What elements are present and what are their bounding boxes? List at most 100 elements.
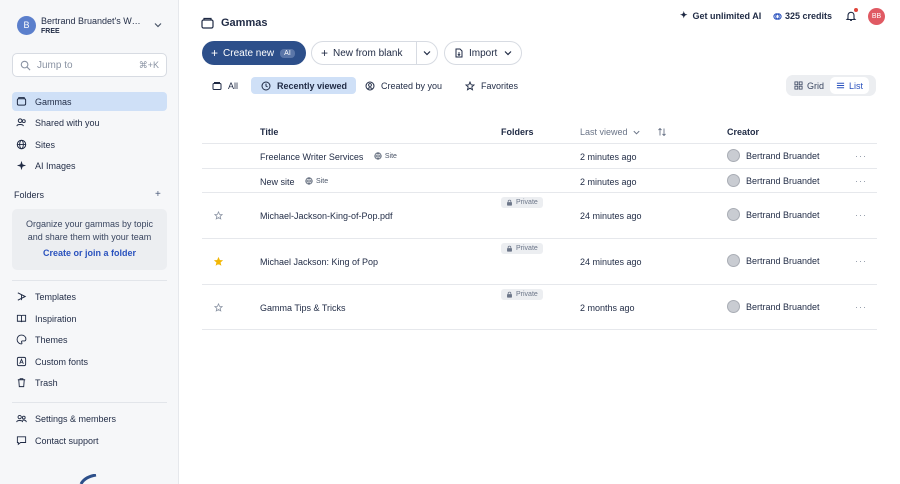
filter-label: Created by you	[381, 80, 443, 91]
table-row[interactable]: Michael Jackson: King of Pop Private 24 …	[202, 238, 877, 284]
search-input[interactable]: Jump to ⌘+K	[12, 53, 167, 77]
chevron-down-icon[interactable]	[422, 48, 432, 58]
sidebar-item-label: Gammas	[35, 96, 72, 107]
row-title: Freelance Writer Services	[260, 152, 364, 162]
notification-dot	[854, 8, 858, 12]
table-row[interactable]: Gamma Tips & Tricks Private 2 months ago…	[202, 284, 877, 330]
row-last-viewed: 2 minutes ago	[580, 177, 637, 187]
sidebar-item-inspiration[interactable]: Inspiration	[12, 309, 167, 328]
filter-label: Favorites	[481, 80, 519, 91]
row-title: Michael-Jackson-King-of-Pop.pdf	[260, 211, 393, 221]
sidebar-item-label: Templates	[35, 291, 77, 302]
lock-icon	[507, 199, 512, 206]
star-outline-icon[interactable]	[214, 303, 223, 312]
row-last-viewed: 24 minutes ago	[580, 257, 642, 267]
search-icon	[20, 60, 31, 70]
gammas-icon	[201, 17, 214, 29]
grid-icon	[794, 81, 803, 90]
site-badge: Site	[305, 177, 328, 185]
credits-button[interactable]: 325 credits	[773, 11, 832, 21]
lock-icon	[507, 245, 512, 252]
avatar	[727, 300, 740, 313]
sidebar-item-label: Themes	[35, 334, 68, 345]
more-options-button[interactable]: ···	[855, 176, 867, 186]
sidebar-item-label: Contact support	[35, 435, 99, 446]
creator-name: Bertrand Bruandet	[746, 175, 820, 186]
more-options-button[interactable]: ···	[855, 256, 867, 266]
sidebar-item-custom-fonts[interactable]: Custom fonts	[12, 352, 167, 371]
chat-icon	[16, 436, 27, 446]
workspace-avatar: B	[17, 15, 36, 35]
site-badge-label: Site	[384, 152, 397, 160]
import-button[interactable]: Import	[444, 41, 522, 65]
more-options-button[interactable]: ···	[855, 151, 867, 161]
list-view-button[interactable]: List	[830, 77, 870, 94]
sidebar-item-trash[interactable]: Trash	[12, 373, 167, 392]
get-unlimited-button[interactable]: ✦ Get unlimited AI	[680, 10, 761, 21]
gammas-icon	[16, 97, 27, 106]
templates-icon	[17, 292, 27, 301]
star-filled-icon[interactable]	[214, 257, 223, 266]
column-header-last-viewed[interactable]: Last viewed	[580, 127, 641, 137]
divider	[12, 280, 167, 281]
sidebar-item-settings[interactable]: Settings & members	[12, 409, 167, 428]
row-last-viewed: 2 months ago	[580, 303, 635, 313]
view-toggle: Grid List	[786, 75, 876, 96]
row-last-viewed: 24 minutes ago	[580, 211, 642, 221]
sidebar-item-support[interactable]: Contact support	[12, 431, 167, 450]
logo-icon	[79, 474, 97, 484]
import-icon	[455, 48, 463, 58]
table-row[interactable]: New site Site 2 minutes ago Bertrand Bru…	[202, 168, 877, 192]
column-header-title[interactable]: Title	[260, 127, 278, 137]
sidebar-item-templates[interactable]: Templates	[12, 287, 167, 306]
sidebar-item-themes[interactable]: Themes	[12, 330, 167, 349]
filter-recently-viewed[interactable]: Recently viewed	[251, 77, 357, 94]
create-folder-link[interactable]: Create or join a folder	[12, 248, 167, 258]
add-folder-button[interactable]: +	[155, 189, 161, 200]
sidebar-item-ai-images[interactable]: AI Images	[12, 156, 167, 175]
star-outline-icon[interactable]	[214, 211, 223, 220]
folder-icon	[212, 81, 222, 90]
list-label: List	[849, 80, 864, 91]
avatar	[727, 149, 740, 162]
filter-all[interactable]: All	[202, 77, 247, 94]
more-options-button[interactable]: ···	[855, 210, 867, 220]
star-icon	[465, 80, 475, 91]
user-circle-icon	[365, 81, 375, 90]
sidebar-item-label: Settings & members	[35, 413, 117, 424]
private-label: Private	[516, 245, 538, 252]
sidebar-item-shared[interactable]: Shared with you	[12, 113, 167, 132]
table-row[interactable]: Freelance Writer Services Site 2 minutes…	[202, 143, 877, 168]
filter-created-by-you[interactable]: Created by you	[355, 77, 451, 94]
create-new-button[interactable]: + Create new AI	[202, 41, 306, 65]
workspace-switcher[interactable]: B Bertrand Bruandet's Workspace FREE	[17, 14, 167, 36]
column-header-folders: Folders	[501, 127, 534, 137]
sidebar-item-gammas[interactable]: Gammas	[12, 92, 167, 111]
people-icon	[16, 415, 27, 423]
sort-icon[interactable]	[657, 127, 667, 137]
row-creator: Bertrand Bruandet	[727, 149, 820, 162]
site-badge: Site	[374, 152, 397, 160]
credits-icon	[773, 12, 782, 20]
folders-title: Folders	[14, 190, 45, 200]
filter-favorites[interactable]: Favorites	[455, 77, 527, 94]
row-title: New site	[260, 177, 295, 187]
sparkle-icon: ✦	[680, 10, 688, 20]
private-badge: Private	[501, 243, 543, 254]
row-title: Michael Jackson: King of Pop	[260, 257, 379, 267]
site-badge-label: Site	[316, 177, 329, 185]
globe-icon	[16, 139, 27, 150]
plus-icon: +	[321, 46, 329, 60]
sidebar-item-sites[interactable]: Sites	[12, 135, 167, 154]
grid-view-button[interactable]: Grid	[788, 77, 830, 94]
chevron-down-icon	[632, 130, 640, 135]
more-options-button[interactable]: ···	[855, 302, 867, 312]
list-icon	[836, 82, 845, 89]
user-avatar[interactable]: BB	[868, 8, 885, 25]
table-row[interactable]: Michael-Jackson-King-of-Pop.pdf Private …	[202, 192, 877, 238]
import-label: Import	[469, 47, 498, 59]
row-title: Gamma Tips & Tricks	[260, 303, 346, 313]
new-from-blank-button[interactable]: + New from blank	[311, 41, 438, 65]
row-creator: Bertrand Bruandet	[727, 174, 820, 187]
avatar	[727, 174, 740, 187]
